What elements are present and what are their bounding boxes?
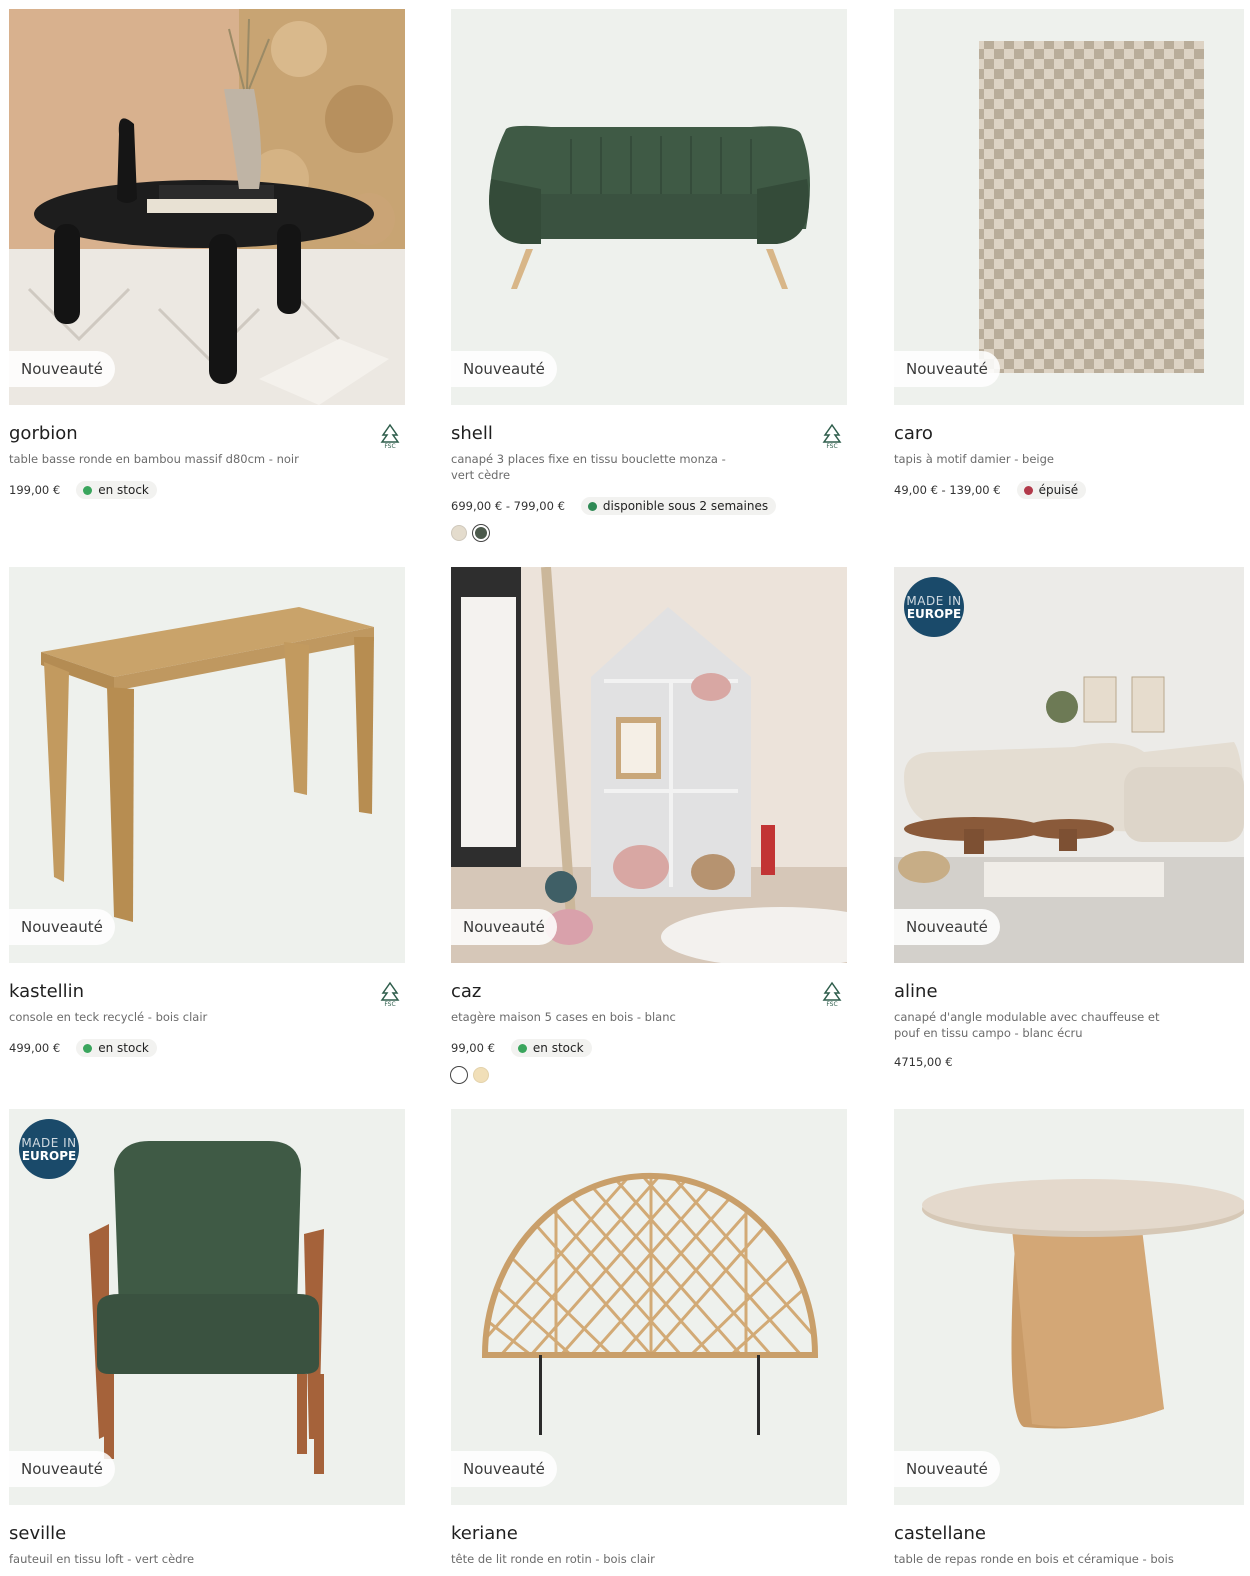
- round-dining-table-photo: [894, 1109, 1244, 1505]
- color-swatch-natural[interactable]: [473, 1067, 489, 1083]
- new-badge: Nouveauté: [9, 1451, 115, 1487]
- new-badge: Nouveauté: [451, 909, 557, 945]
- made-in-europe-badge: MADE IN EUROPE: [904, 577, 964, 637]
- stock-dot-icon: [1023, 485, 1033, 495]
- rattan-headboard-photo: [451, 1109, 847, 1505]
- color-swatch-green[interactable]: [473, 525, 489, 541]
- fsc-tree-icon: FSC: [822, 423, 842, 449]
- new-badge: Nouveauté: [894, 1451, 1000, 1487]
- fsc-tree-icon: FSC: [380, 423, 400, 449]
- product-price: 99,00 €: [451, 1041, 495, 1055]
- product-description: etagère maison 5 cases en bois - blanc: [451, 1010, 676, 1024]
- made-in-europe-badge: MADE IN EUROPE: [19, 1119, 79, 1179]
- product-card-kastellin[interactable]: Nouveauté kastellin console en teck recy…: [9, 567, 405, 1057]
- stock-badge: épuisé: [1016, 481, 1087, 499]
- product-image[interactable]: Nouveauté: [894, 1109, 1244, 1505]
- product-description: tête de lit ronde en rotin - bois clair: [451, 1552, 655, 1566]
- product-name[interactable]: keriane: [451, 1523, 847, 1545]
- product-name[interactable]: gorbion: [9, 423, 405, 445]
- checkered-rug-photo: [894, 9, 1244, 405]
- product-description: canapé d'angle modulable avec chauffeuse…: [894, 1010, 1160, 1040]
- color-swatch-white[interactable]: [451, 1067, 467, 1083]
- coffee-table-photo: [9, 9, 405, 405]
- product-card-castellane[interactable]: Nouveauté castellane table de repas rond…: [894, 1109, 1244, 1567]
- product-card-shell[interactable]: Nouveauté shell canapé 3 places fixe en …: [451, 9, 847, 541]
- product-card-aline[interactable]: MADE IN EUROPE Nouveauté aline canapé d'a…: [894, 567, 1244, 1069]
- new-badge: Nouveauté: [9, 909, 115, 945]
- product-price: 699,00 € - 799,00 €: [451, 499, 565, 513]
- new-badge: Nouveauté: [894, 351, 1000, 387]
- product-description: tapis à motif damier - beige: [894, 452, 1055, 466]
- svg-text:FSC: FSC: [384, 1001, 395, 1007]
- stock-badge: disponible sous 2 semaines: [580, 497, 777, 515]
- stock-badge: en stock: [76, 1039, 157, 1057]
- product-image[interactable]: Nouveauté: [9, 9, 405, 405]
- new-badge: Nouveauté: [9, 351, 115, 387]
- product-description: fauteuil en tissu loft - vert cèdre: [9, 1552, 195, 1566]
- product-card-seville[interactable]: MADE IN EUROPE Nouveauté seville fauteuil…: [9, 1109, 405, 1567]
- fsc-tree-icon: FSC: [380, 981, 400, 1007]
- teak-console-photo: [9, 567, 405, 963]
- product-description: canapé 3 places fixe en tissu bouclette …: [451, 452, 726, 482]
- stock-dot-icon: [83, 485, 93, 495]
- fsc-tree-icon: FSC: [822, 981, 842, 1007]
- product-image[interactable]: MADE IN EUROPE Nouveauté: [894, 567, 1244, 963]
- new-badge: Nouveauté: [451, 351, 557, 387]
- product-card-keriane[interactable]: Nouveauté keriane tête de lit ronde en r…: [451, 1109, 847, 1567]
- product-name[interactable]: shell: [451, 423, 847, 445]
- stock-badge: en stock: [510, 1039, 592, 1057]
- svg-text:FSC: FSC: [826, 443, 837, 449]
- color-swatch-beige[interactable]: [451, 525, 467, 541]
- stock-badge: en stock: [76, 481, 157, 499]
- house-shelf-photo: [451, 567, 847, 963]
- svg-text:FSC: FSC: [384, 443, 395, 449]
- product-name[interactable]: aline: [894, 981, 1244, 1003]
- new-badge: Nouveauté: [894, 909, 1000, 945]
- product-image[interactable]: Nouveauté: [9, 567, 405, 963]
- product-image[interactable]: MADE IN EUROPE Nouveauté: [9, 1109, 405, 1505]
- product-description: console en teck recyclé - bois clair: [9, 1010, 208, 1024]
- product-image[interactable]: Nouveauté: [894, 9, 1244, 405]
- product-image[interactable]: Nouveauté: [451, 1109, 847, 1505]
- product-name[interactable]: caro: [894, 423, 1244, 445]
- product-price: 4715,00 €: [894, 1055, 953, 1069]
- product-card-gorbion[interactable]: Nouveauté gorbion table basse ronde en b…: [9, 9, 405, 499]
- stock-dot-icon: [587, 501, 597, 511]
- product-card-caz[interactable]: Nouveauté caz etagère maison 5 cases en …: [451, 567, 847, 1083]
- product-price: 499,00 €: [9, 1041, 61, 1055]
- stock-dot-icon: [517, 1043, 527, 1053]
- product-price: 49,00 € - 139,00 €: [894, 483, 1001, 497]
- product-name[interactable]: kastellin: [9, 981, 405, 1003]
- svg-text:FSC: FSC: [826, 1001, 837, 1007]
- product-name[interactable]: seville: [9, 1523, 405, 1545]
- stock-dot-icon: [83, 1043, 93, 1053]
- product-image[interactable]: Nouveauté: [451, 567, 847, 963]
- product-description: table de repas ronde en bois et céramiqu…: [894, 1552, 1174, 1566]
- product-name[interactable]: castellane: [894, 1523, 1244, 1545]
- green-sofa-photo: [451, 9, 847, 405]
- product-price: 199,00 €: [9, 483, 61, 497]
- new-badge: Nouveauté: [451, 1451, 557, 1487]
- product-card-caro[interactable]: Nouveauté caro tapis à motif damier - be…: [894, 9, 1244, 499]
- product-image[interactable]: Nouveauté: [451, 9, 847, 405]
- product-name[interactable]: caz: [451, 981, 847, 1003]
- product-description: table basse ronde en bambou massif d80cm…: [9, 452, 299, 466]
